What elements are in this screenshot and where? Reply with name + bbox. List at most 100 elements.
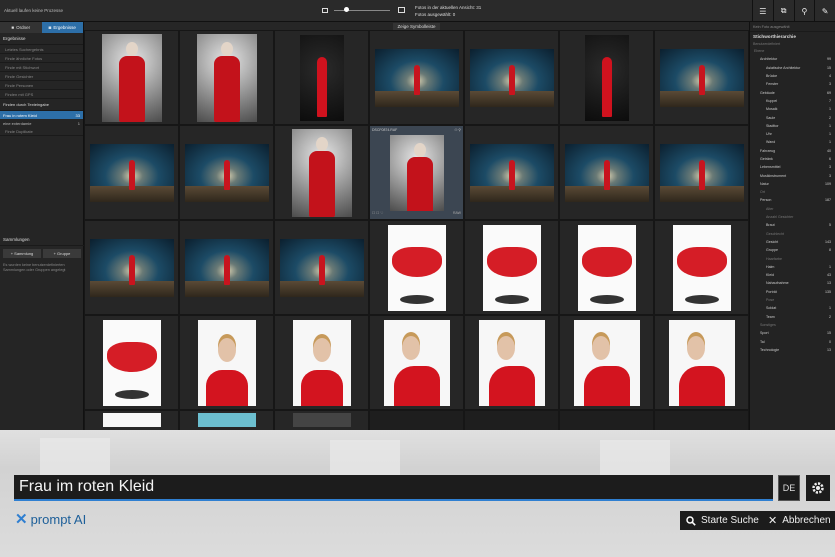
keyword-row[interactable]: Fenster 3 — [750, 80, 835, 88]
keyword-row[interactable]: Person 187 — [750, 196, 835, 204]
photo-cell[interactable] — [274, 125, 369, 220]
text-search-item[interactable]: eine exterdamie 1 — [0, 119, 83, 127]
keyword-row[interactable]: Ebene — [750, 47, 835, 55]
keyword-row[interactable]: Natur 109 — [750, 180, 835, 188]
keyword-row[interactable]: Musikinstrument 3 — [750, 171, 835, 179]
photo-cell[interactable] — [84, 125, 179, 220]
photo-cell[interactable] — [179, 410, 274, 430]
photo-cell[interactable] — [179, 315, 274, 410]
zoom-slider-track[interactable] — [334, 10, 390, 11]
keyword-row[interactable]: Geschlecht — [750, 230, 835, 238]
photo-cell[interactable] — [84, 315, 179, 410]
photo-cell[interactable] — [84, 410, 179, 430]
photo-cell[interactable] — [179, 125, 274, 220]
result-item-similar[interactable]: Finde ähnliche Fotos — [0, 54, 83, 63]
language-button[interactable]: DE — [778, 475, 800, 501]
photo-cell[interactable] — [179, 30, 274, 125]
wrench-icon[interactable]: ✎ — [814, 0, 835, 22]
photo-cell[interactable] — [274, 220, 369, 315]
photo-cell[interactable] — [464, 315, 559, 410]
text-search-item-selected[interactable]: Frau in rotem Kleid 33 — [0, 111, 83, 119]
keyword-row[interactable]: Uhr 1 — [750, 130, 835, 138]
tab-results[interactable]: ◙ Ergebnisse — [41, 22, 83, 33]
photo-cell[interactable] — [654, 125, 749, 220]
photo-cell[interactable] — [559, 125, 654, 220]
face-zoom-icon[interactable]: ⚇ ⚲ — [454, 128, 461, 134]
keyword-row[interactable]: Saule 2 — [750, 113, 835, 121]
location-pin-icon[interactable]: ⚲ — [793, 0, 815, 22]
keyword-row[interactable]: Kuppel 7 — [750, 97, 835, 105]
result-item-gps[interactable]: Finden mit GPS — [0, 90, 83, 99]
result-item-persons[interactable]: Finde Personen — [0, 81, 83, 90]
keyword-row[interactable]: Nahaufnahme 13 — [750, 279, 835, 287]
find-duplicates[interactable]: Finde Duplikate — [0, 127, 83, 136]
rating-icon[interactable]: ☐ ☐ ♡ — [372, 211, 383, 217]
keyword-row[interactable]: Ort — [750, 188, 835, 196]
photo-cell[interactable] — [559, 315, 654, 410]
search-input[interactable]: Frau im roten Kleid — [14, 475, 773, 501]
add-group-button[interactable]: + Gruppe — [43, 249, 81, 258]
zoom-control[interactable] — [322, 6, 408, 16]
large-thumb-icon[interactable] — [398, 7, 405, 13]
keyword-row[interactable]: Getränk 6 — [750, 155, 835, 163]
photo-cell[interactable] — [654, 220, 749, 315]
photo-cell[interactable] — [464, 220, 559, 315]
keyword-hierarchy-title[interactable]: Stichworthierarchie — [750, 32, 835, 41]
keyword-row[interactable]: Tal 0 — [750, 337, 835, 345]
photo-cell[interactable] — [179, 220, 274, 315]
zoom-slider-knob[interactable] — [344, 7, 349, 12]
keyword-row[interactable]: Lebensmittel 3 — [750, 163, 835, 171]
photo-cell[interactable] — [559, 220, 654, 315]
keyword-row[interactable]: Team 2 — [750, 313, 835, 321]
result-item-keyword[interactable]: Finde mit Stichwort — [0, 63, 83, 72]
photo-cell[interactable] — [84, 220, 179, 315]
cancel-button[interactable]: ✕ Abbrechen — [762, 511, 835, 530]
layers-icon[interactable]: ⧉ — [772, 0, 794, 22]
keyword-row[interactable]: Pose — [750, 296, 835, 304]
keyword-row[interactable]: Fahrzeug 40 — [750, 147, 835, 155]
keyword-row[interactable]: Stadttor 1 — [750, 122, 835, 130]
keyword-row[interactable]: Haarfarbe — [750, 254, 835, 262]
tab-folders[interactable]: ■ Ordner — [0, 22, 42, 33]
keyword-row[interactable]: Kleid 43 — [750, 271, 835, 279]
start-search-button[interactable]: Starte Suche — [680, 511, 765, 530]
photo-cell[interactable] — [274, 410, 369, 430]
keyword-row[interactable]: Halm 1 — [750, 263, 835, 271]
keyword-row[interactable]: Brücke 4 — [750, 72, 835, 80]
settings-button[interactable] — [806, 475, 830, 501]
keyword-row[interactable]: Technologie 13 — [750, 346, 835, 354]
photo-cell[interactable]: DSCF0874.RAF ⚇ ⚲ ☐ ☐ ♡ RAW — [369, 125, 464, 220]
result-item-faces[interactable]: Finde Gesichter — [0, 72, 83, 81]
keyword-row[interactable]: Sport 15 — [750, 329, 835, 337]
photo-cell[interactable] — [464, 125, 559, 220]
photo-cell[interactable] — [654, 30, 749, 125]
show-toolbar-button[interactable]: Zeige Symbolleiste — [393, 22, 440, 30]
keyword-row[interactable]: Gesicht 143 — [750, 238, 835, 246]
keyword-row[interactable]: Porträt 135 — [750, 288, 835, 296]
keyword-row[interactable]: Alter — [750, 205, 835, 213]
result-item-last-search[interactable]: Letztes Suchergebnis — [0, 45, 83, 54]
small-thumb-icon[interactable] — [322, 8, 328, 13]
photo-cell[interactable] — [559, 30, 654, 125]
photo-cell[interactable] — [369, 220, 464, 315]
keyword-row[interactable]: Sonstiges — [750, 321, 835, 329]
keyword-row[interactable]: Soldat 1 — [750, 304, 835, 312]
keyword-row[interactable]: Gebäude 69 — [750, 88, 835, 96]
keyword-row[interactable]: Wand 1 — [750, 138, 835, 146]
sort-menu-icon[interactable]: ☰ — [752, 0, 773, 22]
photo-cell[interactable] — [84, 30, 179, 125]
photo-cell[interactable] — [274, 30, 369, 125]
photo-cell[interactable] — [274, 315, 369, 410]
text-search-header[interactable]: Finden durch Texteingabe — [0, 99, 83, 111]
photo-cell[interactable] — [369, 30, 464, 125]
add-collection-button[interactable]: + Sammlung — [3, 249, 41, 258]
photo-cell[interactable] — [464, 30, 559, 125]
photo-cell[interactable] — [369, 315, 464, 410]
keyword-row[interactable]: Gruppe 8 — [750, 246, 835, 254]
keyword-row[interactable]: Mosaik 1 — [750, 105, 835, 113]
keyword-row[interactable]: Anzahl Gesichter — [750, 213, 835, 221]
keyword-row[interactable]: Architektur 99 — [750, 55, 835, 63]
photo-cell[interactable] — [654, 315, 749, 410]
keyword-row[interactable]: Asiatische Architektur 15 — [750, 64, 835, 72]
keyword-row[interactable]: Braut 5 — [750, 221, 835, 229]
